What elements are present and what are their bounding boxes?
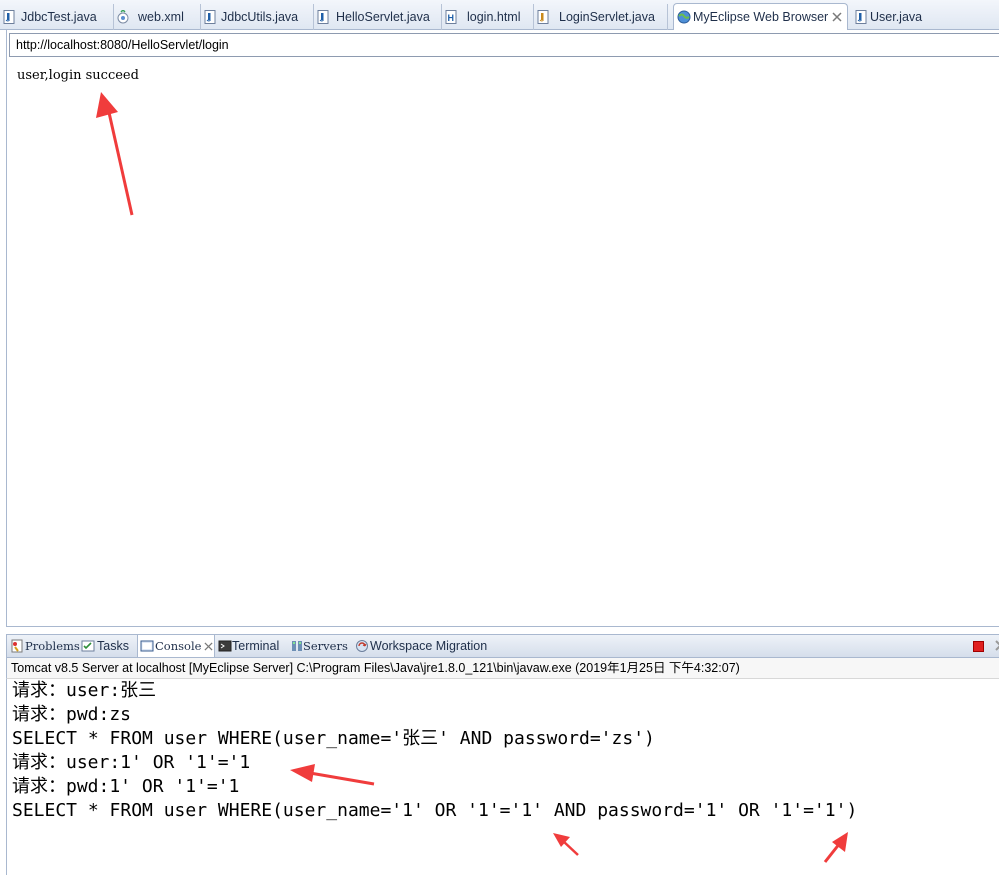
globe-icon xyxy=(677,10,691,24)
tab-tasks[interactable]: Tasks xyxy=(79,635,135,657)
tab-label: JdbcUtils.java xyxy=(221,10,299,24)
console-process-description: Tomcat v8.5 Server at localhost [MyEclip… xyxy=(6,658,999,679)
tab-login-html[interactable]: H login.html xyxy=(442,4,534,30)
console-icon xyxy=(140,640,154,652)
problems-icon xyxy=(11,639,23,653)
console-line: 请求：pwd:1' OR '1'='1 xyxy=(12,776,240,797)
java-file-icon xyxy=(204,10,216,24)
terminal-icon xyxy=(218,640,232,652)
view-tab-bar: Problems Tasks Console Terminal Servers … xyxy=(6,634,999,658)
web-browser-pane: http://localhost:8080/HelloServlet/login… xyxy=(6,30,999,627)
migration-icon xyxy=(356,640,368,652)
console-line: 请求：user:张三 xyxy=(12,680,157,701)
tab-workspace-migration[interactable]: Workspace Migration xyxy=(353,635,503,657)
java-file-icon xyxy=(317,10,329,24)
tab-label: MyEclipse Web Browser xyxy=(693,10,829,24)
tab-web-xml[interactable]: web.xml xyxy=(114,4,201,30)
tab-label: Servers xyxy=(303,639,348,653)
tab-loginservlet[interactable]: LoginServlet.java xyxy=(534,4,668,30)
svg-text:H: H xyxy=(448,13,455,23)
tab-problems[interactable]: Problems xyxy=(8,635,80,657)
tab-label: LoginServlet.java xyxy=(559,10,655,24)
tab-label: Workspace Migration xyxy=(370,639,488,653)
tab-label: JdbcTest.java xyxy=(21,10,97,24)
tab-jdbctest[interactable]: JdbcTest.java xyxy=(0,4,114,30)
console-line: SELECT * FROM user WHERE(user_name='1' O… xyxy=(12,800,858,821)
tab-label: User.java xyxy=(870,10,923,24)
tab-label: HelloServlet.java xyxy=(336,10,430,24)
tab-label: Terminal xyxy=(232,639,280,653)
java-file-icon xyxy=(855,10,867,24)
tab-user-java[interactable]: User.java xyxy=(852,4,942,30)
close-icon[interactable] xyxy=(831,11,843,23)
xml-file-icon xyxy=(117,10,129,24)
tasks-icon xyxy=(81,640,95,652)
tab-label: Problems xyxy=(25,639,80,653)
servers-icon xyxy=(292,641,302,651)
tab-label: web.xml xyxy=(138,10,184,24)
java-file-icon xyxy=(3,10,15,24)
console-output[interactable]: 请求：user:张三 请求：pwd:zs SELECT * FROM user … xyxy=(6,679,999,875)
url-input[interactable]: http://localhost:8080/HelloServlet/login xyxy=(9,33,999,57)
remove-launch-icon[interactable] xyxy=(995,638,999,654)
tab-servers[interactable]: Servers xyxy=(288,635,354,657)
close-icon[interactable] xyxy=(204,642,213,651)
html-file-icon: H xyxy=(445,10,457,24)
tab-console[interactable]: Console xyxy=(137,634,215,657)
tab-myeclipse-web-browser[interactable]: MyEclipse Web Browser xyxy=(673,3,848,30)
terminate-button[interactable] xyxy=(973,641,984,652)
tab-label: Console xyxy=(155,639,202,653)
tab-label: login.html xyxy=(467,10,521,24)
console-line: 请求：pwd:zs xyxy=(12,704,132,725)
java-file-icon xyxy=(537,10,549,24)
tab-terminal[interactable]: Terminal xyxy=(216,635,290,657)
editor-tab-bar: JdbcTest.java web.xml JdbcUtils.java Hel… xyxy=(0,0,999,30)
console-line: 请求：user:1' OR '1'='1 xyxy=(12,752,251,773)
page-content-text: user,login succeed xyxy=(17,68,139,83)
tab-helloservlet[interactable]: HelloServlet.java xyxy=(314,4,442,30)
tab-jdbcutils[interactable]: JdbcUtils.java xyxy=(201,4,314,30)
tab-label: Tasks xyxy=(97,639,129,653)
console-line: SELECT * FROM user WHERE(user_name='张三' … xyxy=(12,728,655,749)
